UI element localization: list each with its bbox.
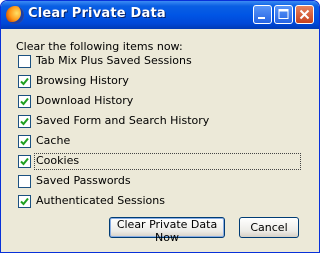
- checkbox[interactable]: [18, 195, 31, 208]
- checkbox[interactable]: [18, 75, 31, 88]
- checkbox[interactable]: [18, 95, 31, 108]
- maximize-icon: [278, 9, 289, 19]
- checkbox[interactable]: [18, 175, 31, 188]
- option-label: Saved Form and Search History: [36, 114, 210, 127]
- firefox-icon: [6, 6, 24, 24]
- option-label: Saved Passwords: [36, 174, 131, 187]
- title-bar[interactable]: Clear Private Data: [1, 1, 319, 29]
- window-title: Clear Private Data: [28, 6, 166, 21]
- checkbox[interactable]: [18, 115, 31, 128]
- option-label: Browsing History: [36, 74, 129, 87]
- option-label: Download History: [36, 94, 134, 107]
- minimize-icon: [258, 17, 265, 19]
- minimize-button[interactable]: [253, 5, 272, 24]
- option-label: Cache: [36, 134, 71, 147]
- checkbox[interactable]: [18, 135, 31, 148]
- checkbox[interactable]: [18, 155, 31, 168]
- checkbox[interactable]: [18, 55, 31, 68]
- option-label: Cookies: [36, 154, 80, 167]
- clear-private-data-now-button[interactable]: Clear Private Data Now: [109, 217, 225, 244]
- close-icon: [299, 9, 310, 20]
- cancel-button[interactable]: Cancel: [239, 217, 299, 238]
- instruction-label: Clear the following items now:: [16, 40, 183, 53]
- option-label: Tab Mix Plus Saved Sessions: [36, 54, 192, 67]
- clear-private-data-dialog: Clear Private Data Clear the following i…: [0, 0, 320, 253]
- maximize-button[interactable]: [274, 5, 293, 24]
- option-label: Authenticated Sessions: [36, 194, 165, 207]
- close-button[interactable]: [295, 5, 314, 24]
